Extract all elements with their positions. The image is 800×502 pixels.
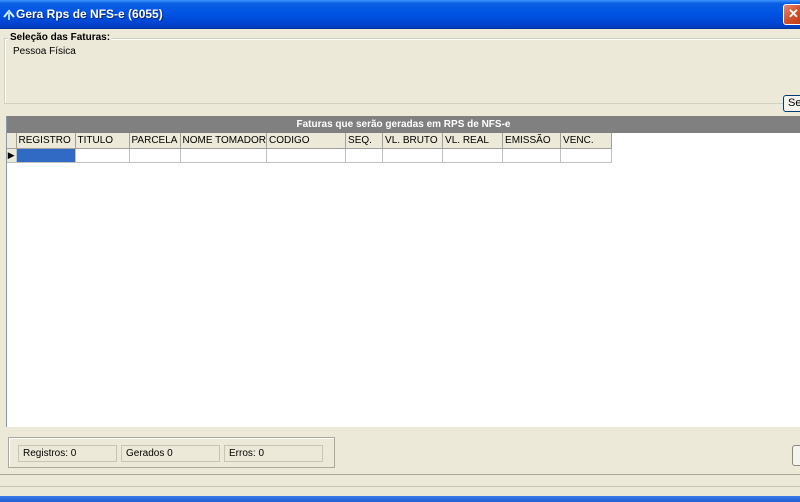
invoices-grid[interactable]: Faturas que serão geradas em RPS de NFS-… [6,116,800,427]
column-header-seq[interactable]: SEQ. [345,133,384,149]
column-header-nome-tomador[interactable]: NOME TOMADOR [180,133,268,149]
divider [0,474,800,475]
grid-cell[interactable] [75,148,130,163]
selection-group [4,38,800,104]
divider [0,486,800,487]
registros-count: Registros: 0 [18,445,117,462]
grid-header-row: REGISTRO TITULO PARCELA NOME TOMADOR COD… [7,133,613,149]
grid-cell[interactable] [129,148,181,163]
grid-cell[interactable] [442,148,504,163]
invoices-table[interactable]: REGISTRO TITULO PARCELA NOME TOMADOR COD… [7,133,613,163]
column-header-parcela[interactable]: PARCELA [129,133,181,149]
window-title: Gera Rps de NFS-e (6055) [16,7,163,21]
column-header-titulo[interactable]: TITULO [75,133,130,149]
grid-cell[interactable] [266,148,347,163]
column-header-venc[interactable]: VENC. [560,133,613,149]
column-header-vl-real[interactable]: VL. REAL [442,133,504,149]
gerados-count: Gerados 0 [121,445,220,462]
row-indicator-arrow-icon: ▶ [7,148,17,163]
close-button[interactable]: ✕ [783,4,800,25]
selection-item-pessoa-fisica: Pessoa Física [13,46,76,57]
select-button[interactable]: Selecionar [783,95,800,112]
title-bar: Gera Rps de NFS-e (6055) ✕ [0,0,800,29]
column-header-registro[interactable]: REGISTRO [16,133,76,149]
grid-cell[interactable] [16,148,76,163]
app-icon [3,9,15,20]
table-row[interactable]: ▶ [7,148,613,163]
grid-cell[interactable] [502,148,562,163]
column-header-codigo[interactable]: CODIGO [266,133,347,149]
grid-cell[interactable] [560,148,613,163]
grid-cell[interactable] [382,148,444,163]
grid-caption: Faturas que serão geradas em RPS de NFS-… [7,116,800,133]
grid-cell[interactable] [345,148,384,163]
taskbar-edge [0,496,800,502]
action-button[interactable] [792,445,800,466]
column-header-emissao[interactable]: EMISSÃO [502,133,562,149]
erros-count: Erros: 0 [224,445,323,462]
row-indicator-header [7,133,17,149]
grid-cell[interactable] [180,148,268,163]
selection-group-legend: Seleção das Faturas: [8,32,113,43]
column-header-vl-bruto[interactable]: VL. BRUTO [382,133,444,149]
